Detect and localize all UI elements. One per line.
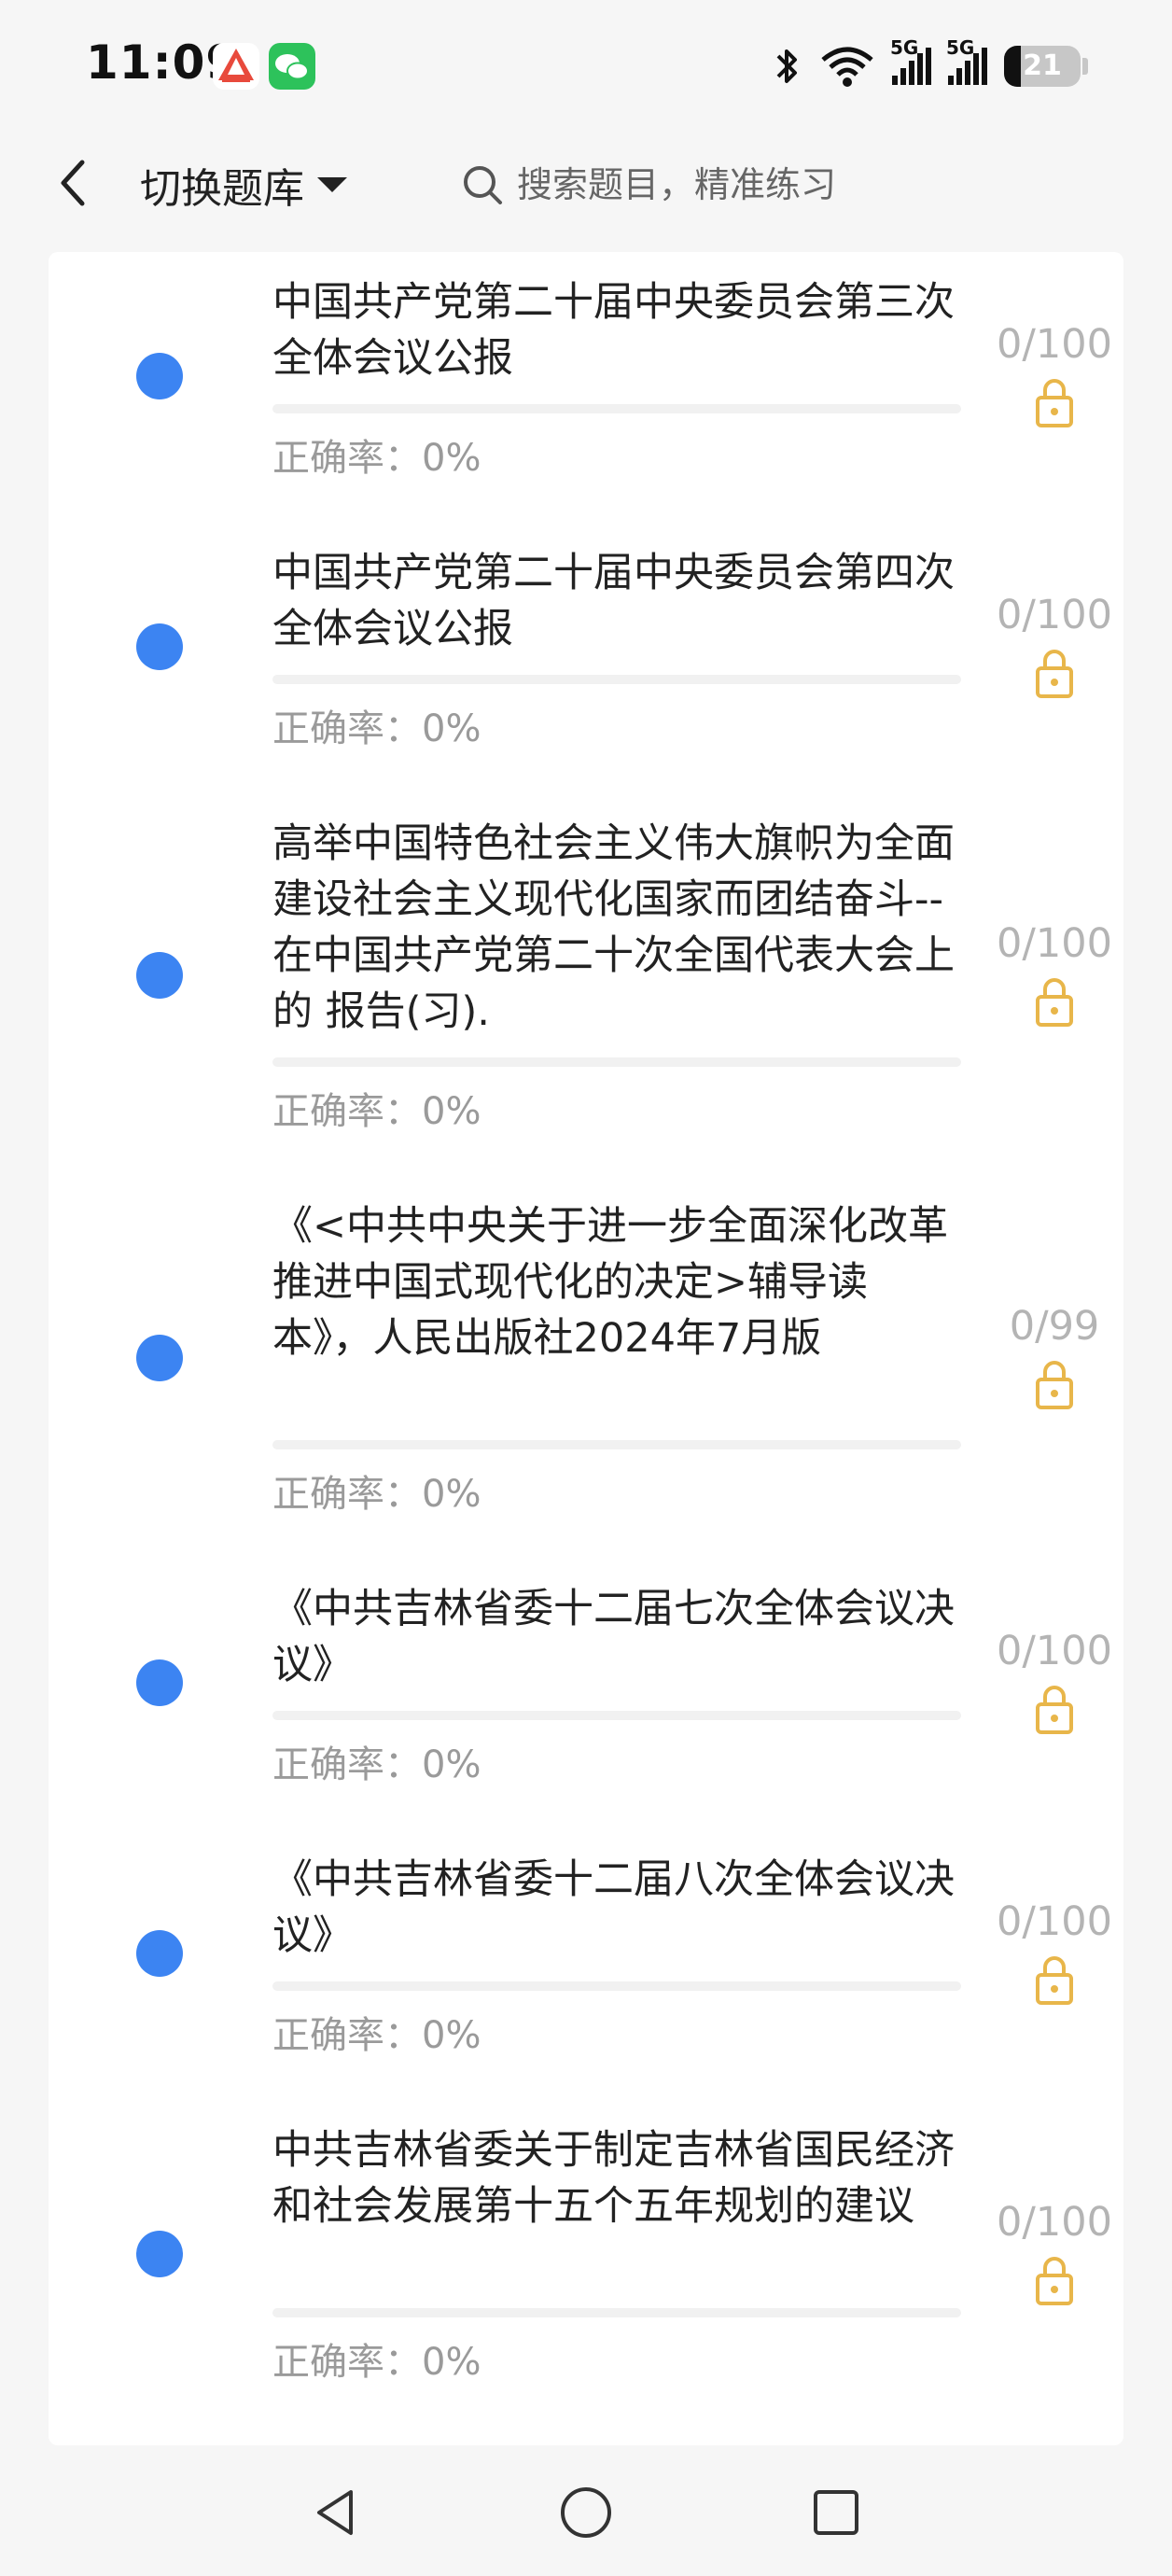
lock-icon (1036, 978, 1073, 1027)
item-accuracy-value: 0% (422, 2341, 481, 2384)
battery-tip (1082, 58, 1088, 75)
item-dot-icon (136, 623, 183, 670)
item-title: 《中共吉林省委十二届七次全体会议决议》 (272, 1586, 955, 1688)
lock-icon (1036, 2257, 1073, 2305)
item-accuracy-label: 正确率： (272, 1743, 422, 1786)
item-dot-icon (136, 952, 183, 999)
bluetooth-icon (776, 49, 797, 83)
signal-icon: 5G (946, 36, 987, 85)
status-bar: 11:09 5G 5G 21 (0, 0, 1172, 131)
item-dot-icon (136, 1930, 183, 1977)
search-input[interactable] (517, 164, 1077, 205)
lock-icon (1036, 1956, 1073, 2005)
item-progress-bar (272, 1981, 961, 1991)
item-accuracy-label: 正确率： (272, 1473, 422, 1516)
battery-icon: 21 (1004, 46, 1081, 87)
list-item[interactable]: 中国共产党第二十届中央委员会第四次全体会议公报 正确率：0% 0/100 (49, 523, 1123, 784)
back-arrow-icon[interactable] (54, 157, 91, 209)
item-dot-icon (136, 1335, 183, 1381)
switch-question-bank-button[interactable]: 切换题库 (140, 155, 347, 215)
item-accuracy: 正确率：0% (272, 427, 481, 482)
network-label-2: 5G (946, 36, 975, 59)
item-accuracy-label: 正确率： (272, 2014, 422, 2057)
question-bank-list: 中国共产党第二十届中央委员会第三次全体会议公报 正确率：0% 0/100 中国共… (49, 252, 1123, 2445)
wifi-icon (821, 47, 873, 87)
item-accuracy-value: 0% (422, 1090, 481, 1133)
item-accuracy: 正确率：0% (272, 1463, 481, 1518)
item-accuracy: 正确率：0% (272, 1734, 481, 1788)
item-dot-icon (136, 1659, 183, 1706)
caret-down-icon (317, 177, 347, 192)
item-count: 0/100 (997, 592, 1112, 638)
item-count: 0/100 (997, 920, 1112, 967)
item-dot-icon (136, 353, 183, 399)
status-icons: 5G 5G 21 (771, 36, 1088, 91)
app-red-icon (213, 43, 259, 90)
list-item[interactable]: 《中共吉林省委十二届八次全体会议决议》 正确率：0% 0/100 (49, 1829, 1123, 2091)
item-progress-bar (272, 2308, 961, 2317)
item-count: 0/100 (997, 2199, 1112, 2246)
item-progress-bar (272, 1057, 961, 1067)
list-item[interactable]: 中共吉林省委关于制定吉林省国民经济和社会发展第十五个五年规划的建议 正确率：0%… (49, 2100, 1123, 2427)
item-accuracy-value: 0% (422, 2014, 481, 2057)
list-item[interactable]: 《<中共中央关于进一步全面深化改革推进中国式现代化的决定>辅导读本》，人民出版社… (49, 1176, 1123, 1549)
item-accuracy: 正确率：0% (272, 1081, 481, 1135)
lock-icon (1036, 650, 1073, 698)
item-title: 中国共产党第二十届中央委员会第三次全体会议公报 (272, 279, 955, 382)
battery-level: 21 (1023, 49, 1062, 82)
item-accuracy-label: 正确率： (272, 707, 422, 750)
item-progress-bar (272, 675, 961, 684)
item-dot-icon (136, 2231, 183, 2277)
item-count: 0/100 (997, 1628, 1112, 1674)
search-box[interactable] (427, 140, 1118, 230)
wechat-icon (269, 43, 315, 90)
item-accuracy: 正确率：0% (272, 698, 481, 752)
lock-icon (1036, 1361, 1073, 1409)
item-progress-bar (272, 1711, 961, 1720)
item-title: 《<中共中央关于进一步全面深化改革推进中国式现代化的决定>辅导读本》，人民出版社… (272, 1203, 949, 1362)
network-label-1: 5G (890, 36, 919, 59)
list-item[interactable]: 《中共吉林省委十二届七次全体会议决议》 正确率：0% 0/100 (49, 1559, 1123, 1820)
list-item[interactable]: 中国共产党第二十届中央委员会第三次全体会议公报 正确率：0% 0/100 (49, 252, 1123, 513)
item-accuracy-value: 0% (422, 707, 481, 750)
back-triangle-icon[interactable] (308, 2485, 364, 2541)
item-count: 0/100 (997, 1898, 1112, 1945)
item-accuracy-value: 0% (422, 1473, 481, 1516)
item-accuracy-value: 0% (422, 437, 481, 480)
item-count: 0/100 (997, 321, 1112, 368)
system-navigation-bar (0, 2445, 1172, 2576)
switch-question-bank-label: 切换题库 (140, 165, 304, 213)
item-accuracy-label: 正确率： (272, 2341, 422, 2384)
item-progress-bar (272, 404, 961, 413)
item-accuracy-label: 正确率： (272, 1090, 422, 1133)
item-accuracy-value: 0% (422, 1743, 481, 1786)
lock-icon (1036, 379, 1073, 427)
search-icon (464, 166, 502, 204)
item-accuracy: 正确率：0% (272, 2331, 481, 2386)
list-item[interactable]: 高举中国特色社会主义伟大旗帜为全面建设社会主义现代化国家而团结奋斗--在中国共产… (49, 793, 1123, 1167)
item-title: 《中共吉林省委十二届八次全体会议决议》 (272, 1856, 955, 1959)
item-title: 中国共产党第二十届中央委员会第四次全体会议公报 (272, 550, 955, 652)
item-accuracy-label: 正确率： (272, 437, 422, 480)
item-progress-bar (272, 1440, 961, 1449)
signal-icon: 5G (890, 36, 931, 85)
item-title: 高举中国特色社会主义伟大旗帜为全面建设社会主义现代化国家而团结奋斗--在中国共产… (272, 820, 955, 1035)
lock-icon (1036, 1686, 1073, 1734)
item-accuracy: 正确率：0% (272, 2005, 481, 2059)
item-count: 0/99 (1009, 1303, 1100, 1350)
recents-square-icon[interactable] (808, 2485, 864, 2541)
home-circle-icon[interactable] (556, 2483, 616, 2542)
item-title: 中共吉林省委关于制定吉林省国民经济和社会发展第十五个五年规划的建议 (272, 2127, 955, 2230)
